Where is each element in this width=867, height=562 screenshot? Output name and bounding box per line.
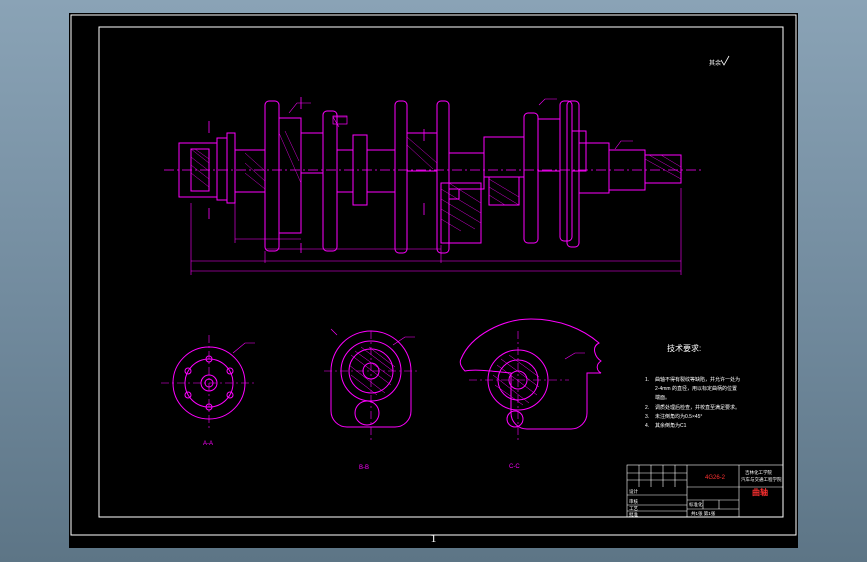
tb-label-review: 审核 (629, 498, 638, 505)
tech-req-num: 2. (645, 405, 649, 411)
tech-req-title: 技术要求: (667, 343, 701, 353)
page-number: 1 (430, 531, 437, 545)
section-b-view (324, 328, 419, 441)
org-name-2: 汽车与交通工程学院 (741, 476, 782, 483)
section-c-hatch (492, 354, 540, 406)
org-name: 吉林化工学院 (745, 469, 772, 476)
tech-req-text: 未注倒角均为0.5×45° (655, 413, 702, 420)
drawing-number: 4G26-2 (705, 475, 726, 481)
tech-req-text: 调质处理后检查，并校直至满足要求。 (655, 404, 740, 411)
tech-req-num: 4. (645, 423, 649, 429)
tech-req-text: 曲轴不得有裂纹等缺陷，并允许一处为 (655, 376, 740, 383)
section-c-label: C-C (509, 464, 520, 470)
tech-req-text: 2-4mm 的直径，用以标定曲柄的位置 (655, 385, 737, 392)
tb-label-approve: 批准 (629, 511, 638, 518)
section-a-view (161, 335, 255, 431)
section-a-label: A-A (203, 441, 213, 447)
sheet-count: 共1张 第1张 (691, 510, 716, 517)
part-name: 曲轴 (752, 487, 768, 497)
crankshaft-main-view (164, 97, 701, 275)
drawing-sheet: 其余 A-A B-B C-C 技术要求: 1. 曲轴不得有裂纹等缺陷，并允许一处… (69, 13, 798, 548)
tech-req-num: 1. (645, 377, 649, 383)
tb-label-standard: 标准化 (689, 501, 703, 508)
tb-label-design: 设计 (629, 488, 638, 495)
crankshaft-drawing: 其余 A-A B-B C-C 技术要求: 1. 曲轴不得有裂纹等缺陷，并允许一处… (70, 14, 797, 536)
section-b-label: B-B (359, 465, 369, 471)
tb-label-process: 工艺 (629, 506, 638, 511)
tech-req-list: 1. 曲轴不得有裂纹等缺陷，并允许一处为 2-4mm 的直径，用以标定曲柄的位置… (645, 376, 740, 429)
tech-req-text: 其余倒角为C1 (655, 422, 687, 429)
roughness-symbol (720, 55, 730, 66)
outer-frame (70, 14, 797, 536)
tech-req-num: 3. (645, 414, 649, 420)
tech-req-text: 端面。 (655, 394, 670, 401)
roughness-note: 其余 (709, 59, 721, 67)
